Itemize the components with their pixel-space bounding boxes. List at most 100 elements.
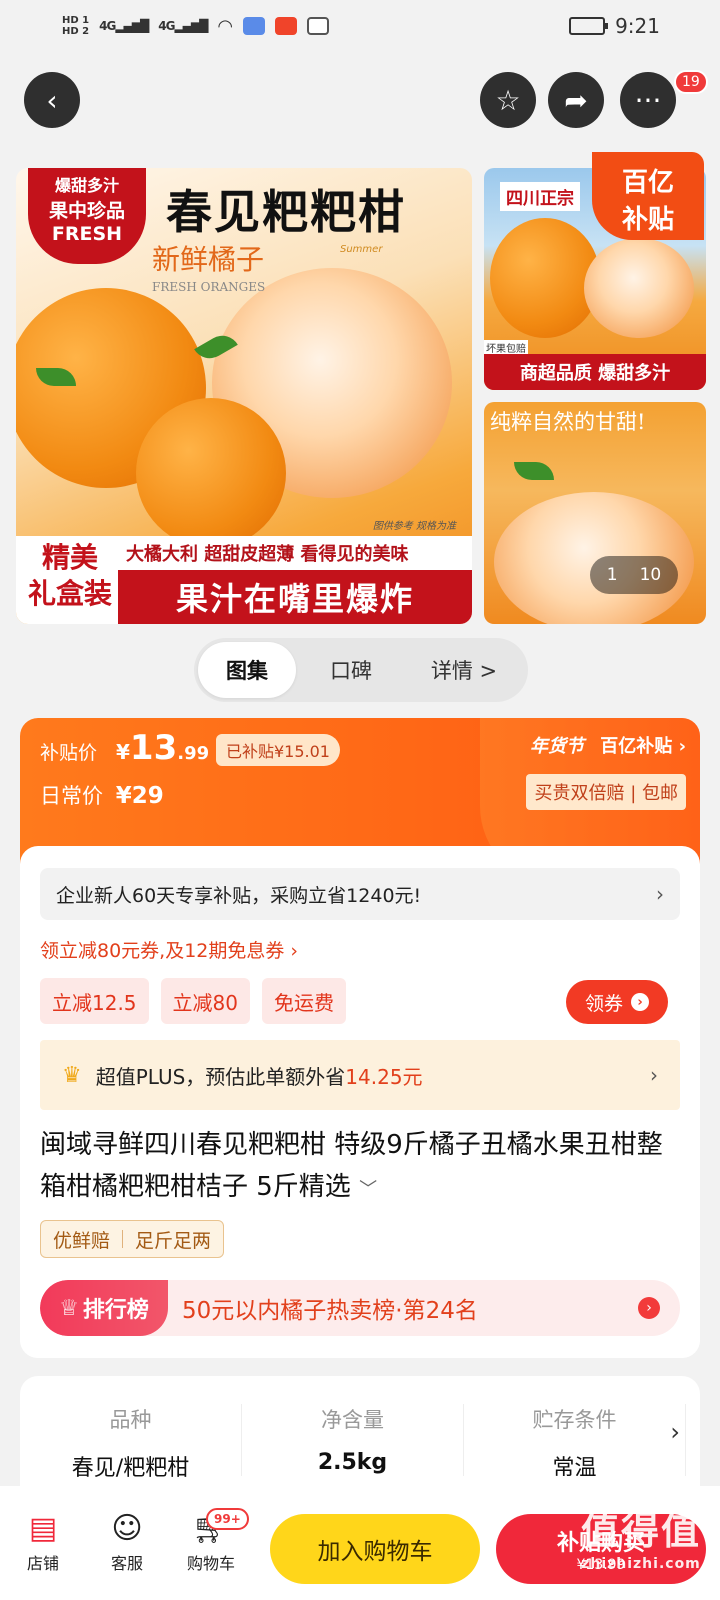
discount-chips: 立减12.5 立减80 免运费 — [40, 978, 346, 1024]
subsidy-corner-line1: 百亿 — [621, 168, 674, 198]
network-label: 4G — [99, 19, 116, 33]
product-title-text: 闽域寻鲜四川春见粑粑柑 特级9斤橘子丑橘水果丑柑整箱柑橘粑粑柑桔子 5斤精选 — [40, 1130, 663, 1202]
ranking-text: 50元以内橘子热卖榜·第24名 — [182, 1298, 478, 1324]
share-button[interactable]: ➦ — [548, 72, 604, 128]
tab-details[interactable]: 详情 > — [406, 642, 522, 698]
spec-storage: 贮存条件 常温 — [464, 1404, 686, 1476]
corner-tag-line3: FRESH — [51, 223, 123, 245]
orange-graphic-3 — [490, 218, 600, 338]
service-tag: 足斤足两 — [135, 1229, 212, 1252]
spec-key: 品种 — [109, 1408, 152, 1432]
discount-chip[interactable]: 立减80 — [160, 978, 250, 1024]
chevron-down-icon: ﹀ — [359, 1179, 378, 1200]
service-tags[interactable]: 优鲜赔 足斤足两 — [40, 1220, 225, 1258]
counter-total: 10 — [639, 565, 662, 585]
side2-top-text: 纯粹自然的甘甜! — [490, 410, 646, 434]
store-icon: ▤ — [28, 1510, 58, 1546]
daily-price: 日常价 ¥29 — [40, 780, 164, 810]
newcomer-subsidy-banner[interactable]: 企业新人60天专享补贴，采购立省1240元! › — [40, 868, 680, 920]
wifi-icon: ◠ — [217, 15, 234, 37]
free-shipping-chip[interactable]: 免运费 — [261, 978, 346, 1024]
subsidy-price: ¥13.99 — [116, 728, 209, 768]
side1-top-text: 四川正宗 — [500, 182, 580, 211]
crown-icon: ♛ — [62, 1062, 82, 1088]
product-title[interactable]: 闽域寻鲜四川春见粑粑柑 特级9斤橘子丑橘水果丑柑整箱柑橘粑粑柑桔子 5斤精选 ﹀ — [40, 1124, 680, 1211]
store-label: 店铺 — [26, 1554, 59, 1573]
watermark-url: zhizhizhi.com — [581, 1556, 701, 1572]
subsidy-corner-badge: 百亿 补贴 — [592, 152, 704, 240]
subsidy-program-link[interactable]: 年货节 百亿补贴 › — [530, 732, 686, 758]
watermark-text: 值得值 — [580, 1509, 701, 1553]
share-icon: ➦ — [564, 83, 588, 117]
corner-tag: 爆甜多汁 果中珍品 FRESH — [28, 168, 146, 264]
spec-card[interactable]: 品种 春见/粑粑柑 净含量 2.5kg 贮存条件 常温 › — [20, 1376, 700, 1486]
sun-label: Summer — [340, 244, 383, 255]
price-guarantee-badge[interactable]: 买贵双倍赔 | 包邮 — [526, 774, 686, 810]
disclaimer-text: 图供参考 规格为准 — [372, 521, 456, 532]
price-card: 补贴价 ¥13.99 已补贴¥15.01 日常价 ¥29 年货节 百亿补贴 › … — [20, 718, 700, 1358]
customer-service-button[interactable]: ☺ 客服 — [92, 1506, 162, 1574]
plus-membership-banner[interactable]: ♛ 超值PLUS，预估此单额外省 14.25元 › — [40, 1040, 680, 1110]
chevron-right-icon: › — [678, 736, 686, 757]
leaf-graphic-3 — [514, 462, 554, 480]
trophy-icon: ♕ — [59, 1295, 79, 1321]
network-label-2: 4G — [158, 19, 175, 33]
plus-amount: 14.25元 — [345, 1064, 423, 1089]
ranking-banner[interactable]: ♕ 排行榜 50元以内橘子热卖榜·第24名 › — [40, 1280, 680, 1336]
ranking-label-text: 排行榜 — [82, 1298, 149, 1323]
tab-gallery[interactable]: 图集 — [198, 642, 296, 698]
image-gallery[interactable]: 爆甜多汁 果中珍品 FRESH 春见粑粑柑 新鲜橘子 FRESH ORANGES… — [0, 152, 720, 626]
ranking-label: ♕ 排行榜 — [40, 1280, 168, 1336]
spec-value: 常温 — [552, 1456, 597, 1476]
tab-reviews[interactable]: 口碑 — [296, 642, 406, 698]
hd-indicator: HD 1 HD 2 — [62, 15, 89, 37]
signal-icon: 4G▂▄▆█ — [99, 19, 149, 33]
subsidy-price-label: 补贴价 — [40, 742, 98, 764]
favorite-button[interactable]: ☆ — [480, 72, 536, 128]
media-tabs: 图集 口碑 详情 > — [194, 638, 528, 702]
subsidy-corner-line2: 补贴 — [621, 205, 674, 235]
side1-small-label: 坏果包赔 — [484, 340, 528, 355]
currency-symbol: ¥ — [116, 740, 130, 764]
offers-section: 企业新人60天专享补贴，采购立省1240元! › 领立减80元券,及12期免息券… — [20, 846, 700, 1358]
slogan-small: 大橘大利 超甜皮超薄 看得见的美味 — [126, 544, 409, 565]
store-button[interactable]: ▤ 店铺 — [8, 1506, 78, 1574]
coupon-offer-link[interactable]: 领立减80元券,及12期免息券 › — [40, 936, 298, 963]
discount-chip[interactable]: 立减12.5 — [40, 978, 149, 1024]
service-label: 客服 — [110, 1554, 143, 1573]
gift-line1: 精美 — [41, 541, 98, 574]
price-decimal: .99 — [177, 743, 210, 764]
battery-icon — [569, 17, 609, 35]
more-icon: ··· — [634, 83, 662, 117]
cart-label: 购物车 — [186, 1554, 235, 1573]
gift-line2: 礼盒装 — [27, 577, 112, 610]
site-watermark: 值得值 zhizhizhi.com — [566, 1506, 716, 1594]
peeled-orange-graphic-2 — [584, 238, 694, 338]
get-coupon-button[interactable]: 领券 › — [566, 980, 668, 1024]
back-button[interactable]: ‹ — [24, 72, 80, 128]
add-to-cart-button[interactable]: 加入购物车 — [270, 1514, 480, 1584]
counter-current: 1 — [606, 565, 618, 585]
image-counter: 1 10 — [590, 556, 678, 594]
service-icon: ☺ — [111, 1510, 143, 1546]
gift-box-label: 精美 礼盒装 — [22, 540, 118, 612]
spec-value: 2.5kg — [317, 1450, 388, 1475]
image-bottom-banner: 精美 礼盒装 大橘大利 超甜皮超薄 看得见的美味 果汁在嘴里爆炸 — [16, 536, 472, 624]
notification-app-icon-2 — [275, 17, 298, 35]
main-product-image[interactable]: 爆甜多汁 果中珍品 FRESH 春见粑粑柑 新鲜橘子 FRESH ORANGES… — [16, 168, 472, 624]
signal-icon-2: 4G▂▄▆█ — [158, 19, 208, 33]
hd1-label: HD 1 — [62, 15, 90, 26]
chevron-right-icon: › — [656, 882, 664, 906]
side1-bottom-text: 商超品质 爆甜多汁 — [484, 354, 706, 390]
newcomer-text: 企业新人60天专享补贴，采购立省1240元! — [56, 884, 422, 907]
orange-graphic-2 — [136, 398, 286, 548]
chevron-right-icon[interactable]: › — [670, 1418, 680, 1446]
plus-text: 超值PLUS，预估此单额外省 — [95, 1064, 346, 1089]
more-button[interactable]: ··· — [620, 72, 676, 128]
image-title: 春见粑粑柑 — [166, 185, 406, 239]
cart-count-badge: 99+ — [206, 1508, 249, 1530]
spec-value: 春见/粑粑柑 — [71, 1456, 190, 1481]
notification-app-icon — [243, 17, 266, 35]
side-product-image-2[interactable]: 纯粹自然的甘甜! — [484, 402, 706, 624]
daily-price-value: ¥29 — [115, 783, 164, 809]
